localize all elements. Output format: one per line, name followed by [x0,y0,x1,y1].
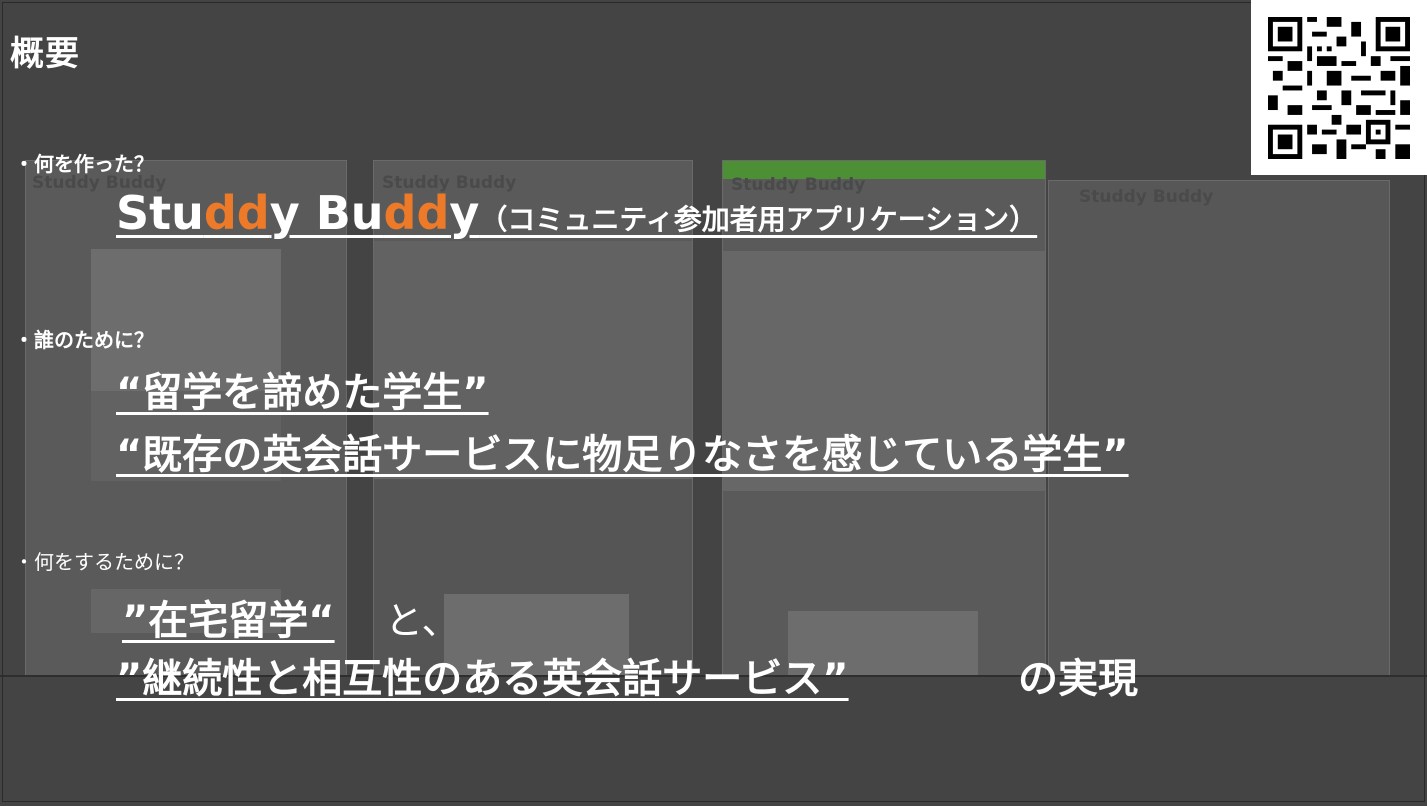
page-title: 概要 [10,34,80,74]
app-name-part: y [449,186,480,240]
app-name-part: Stu [116,186,204,240]
question-what: ・何を作った？ [14,152,154,176]
qr-code-icon [1268,17,1410,159]
app-name-highlight: dd [203,186,270,240]
answer-why-1: ”在宅留学“ [122,598,335,644]
answer-who-1: “留学を諦めた学生” [116,370,489,416]
answer-why-2: ”継続性と相互性のある英会話サービス” [116,656,849,702]
question-who: ・誰のために？ [14,328,154,352]
app-name-part: y Bu [269,186,384,240]
answer-who-2: “既存の英会話サービスに物足りなさを感じている学生” [116,432,1129,478]
app-name-highlight: dd [383,186,450,240]
answer-why-2-suffix: の実現 [1018,656,1138,702]
question-why: ・何をするために？ [14,550,194,574]
answer-app-name: Studdy Buddy（コミュニティ参加者用アプリケーション） [116,186,1037,240]
answer-why-1-suffix: と、 [385,599,460,643]
qr-code [1251,0,1427,175]
app-description: （コミュニティ参加者用アプリケーション） [479,203,1038,236]
